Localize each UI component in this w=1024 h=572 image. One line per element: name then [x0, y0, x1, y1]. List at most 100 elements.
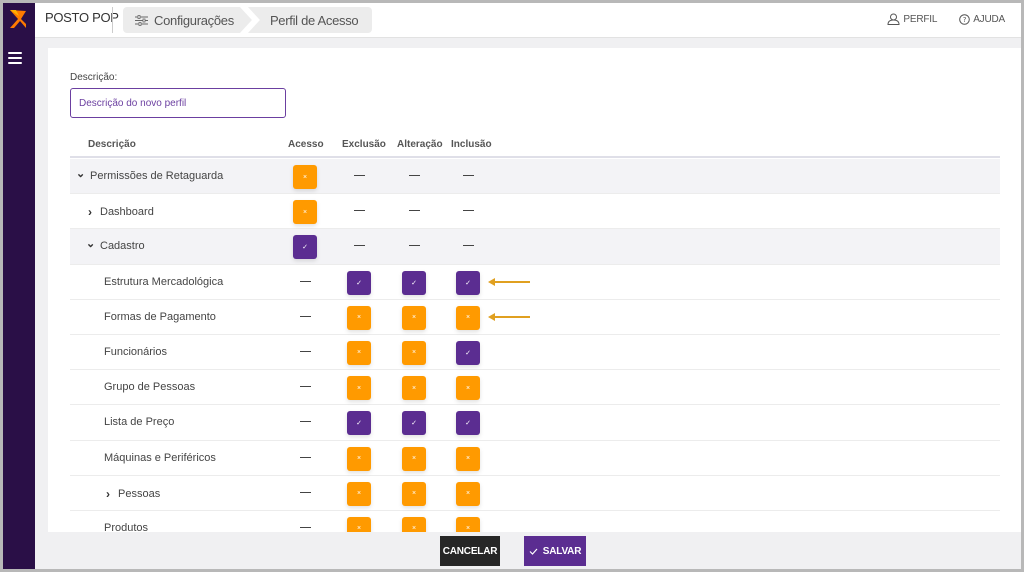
permission-denied-toggle-exclusao[interactable]: × — [347, 376, 371, 401]
permission-row: Formas de Pagamento × × × — [70, 300, 1000, 335]
cancel-button[interactable]: CANCELAR — [440, 536, 500, 566]
not-applicable-dash — [300, 350, 311, 352]
column-acesso: Acesso — [288, 139, 324, 150]
breadcrumb: Configurações Perfil de Acesso — [123, 7, 373, 33]
permission-denied-toggle-exclusao[interactable]: × — [347, 446, 371, 471]
permission-denied-toggle-exclusao[interactable]: × — [347, 305, 371, 330]
permission-denied-toggle-alteracao[interactable]: × — [402, 481, 426, 506]
not-applicable-dash — [463, 210, 474, 212]
permission-granted-toggle-alteracao[interactable]: ✓ — [402, 270, 426, 295]
permission-denied-toggle-alteracao[interactable]: × — [402, 376, 426, 401]
permission-granted-toggle-alteracao[interactable]: ✓ — [402, 411, 426, 436]
not-applicable-dash — [354, 245, 365, 247]
save-button[interactable]: SALVAR — [524, 536, 586, 566]
not-applicable-dash — [409, 245, 420, 247]
app-logo-icon[interactable] — [7, 8, 29, 30]
column-exclusao: Exclusão — [342, 139, 386, 150]
brand-name: POSTO POP — [45, 10, 119, 25]
topbar: POSTO POP Configurações Perfil de Acesso — [35, 3, 1021, 38]
permission-label: Lista de Preço — [104, 416, 175, 429]
user-icon — [887, 13, 900, 25]
description-label: Descrição: — [70, 72, 118, 83]
cancel-label: CANCELAR — [442, 545, 498, 557]
column-inclusao: Inclusão — [451, 139, 492, 150]
not-applicable-dash — [300, 315, 311, 317]
annotation-arrow-icon — [488, 312, 530, 321]
not-applicable-dash — [409, 175, 420, 176]
permission-row: Funcionários × × ✓ — [70, 335, 1000, 371]
app-window: POSTO POP Configurações Perfil de Acesso — [0, 0, 1024, 572]
description-input[interactable] — [70, 88, 286, 118]
not-applicable-dash — [409, 210, 420, 212]
permission-row: ⌄ Permissões de Retaguarda × — [70, 159, 1000, 195]
permission-label: Grupo de Pessoas — [104, 381, 196, 394]
permission-denied-toggle-alteracao[interactable]: × — [402, 446, 426, 471]
not-applicable-dash — [300, 421, 311, 423]
column-alteracao: Alteração — [397, 139, 443, 150]
column-descricao: Descrição — [88, 139, 136, 150]
not-applicable-dash — [463, 175, 474, 176]
not-applicable-dash — [300, 491, 311, 493]
permission-row: ⌄ Cadastro ✓ — [70, 229, 1000, 265]
permission-row: Grupo de Pessoas × × × — [70, 370, 1000, 406]
permission-denied-toggle-alteracao[interactable]: × — [402, 340, 426, 365]
permission-denied-toggle-alteracao[interactable]: × — [402, 305, 426, 330]
breadcrumb-perfil-de-acesso[interactable]: Perfil de Acesso — [247, 7, 373, 33]
permission-granted-toggle-inclusao[interactable]: ✓ — [456, 340, 480, 365]
chevron-right-icon[interactable]: › — [86, 205, 94, 219]
permission-name: Lista de Preço — [104, 416, 174, 428]
permission-denied-toggle-inclusao[interactable]: × — [456, 376, 480, 401]
permission-denied-toggle-exclusao[interactable]: × — [347, 340, 371, 365]
not-applicable-dash — [354, 175, 365, 176]
permission-denied-toggle-inclusao[interactable]: × — [456, 305, 480, 330]
permission-label: Estrutura Mercadológica — [104, 275, 224, 288]
permission-row: Lista de Preço ✓ ✓ ✓ — [70, 405, 1000, 441]
permission-granted-toggle-exclusao[interactable]: ✓ — [347, 411, 371, 436]
chevron-down-icon[interactable]: ⌄ — [76, 167, 85, 180]
top-links: PERFIL ? AJUDA — [887, 13, 1005, 25]
not-applicable-dash — [463, 245, 474, 247]
permission-denied-toggle-acesso[interactable]: × — [293, 200, 317, 225]
profile-form-panel: Descrição: Descrição Acesso Exclusão Alt… — [48, 48, 1021, 535]
chevron-down-icon[interactable]: ⌄ — [86, 237, 95, 250]
permission-name[interactable]: ⌄ Permissões de Retaguarda — [76, 167, 224, 183]
chevron-right-icon[interactable]: › — [104, 487, 112, 501]
permission-row: Máquinas e Periféricos × × × — [70, 441, 1000, 476]
permission-label: Pessoas — [118, 487, 161, 500]
breadcrumb-label: Configurações — [154, 12, 234, 28]
breadcrumb-configuracoes[interactable]: Configurações — [123, 7, 252, 33]
permission-granted-toggle-inclusao[interactable]: ✓ — [456, 270, 480, 295]
profile-link[interactable]: PERFIL — [887, 13, 937, 25]
help-icon: ? — [959, 13, 971, 25]
permission-denied-toggle-inclusao[interactable]: × — [456, 481, 480, 506]
hamburger-menu-icon[interactable] — [8, 52, 22, 64]
permission-granted-toggle-inclusao[interactable]: ✓ — [456, 411, 480, 436]
permission-label: Permissões de Retaguarda — [90, 170, 224, 182]
permission-name[interactable]: › Pessoas — [104, 487, 160, 501]
permission-name: Estrutura Mercadológica — [104, 276, 223, 288]
not-applicable-dash — [300, 526, 311, 528]
permission-label: Máquinas e Periféricos — [104, 451, 216, 464]
permission-denied-toggle-inclusao[interactable]: × — [456, 446, 480, 471]
permission-label: Funcionários — [104, 345, 167, 358]
permission-label: Dashboard — [100, 206, 154, 219]
permission-row: › Pessoas × × × — [70, 476, 1000, 511]
not-applicable-dash — [300, 386, 311, 388]
permissions-table-body: ⌄ Permissões de Retaguarda × › Dashboard × ⌄ Ca… — [70, 159, 1000, 535]
permission-name[interactable]: › Dashboard — [86, 205, 154, 219]
permission-label: Formas de Pagamento — [104, 310, 216, 323]
sidebar — [3, 3, 35, 569]
permission-granted-toggle-acesso[interactable]: ✓ — [293, 235, 317, 260]
permission-granted-toggle-exclusao[interactable]: ✓ — [347, 270, 371, 295]
help-link[interactable]: ? AJUDA — [959, 13, 1005, 25]
permission-denied-toggle-exclusao[interactable]: × — [347, 481, 371, 506]
help-label: AJUDA — [973, 13, 1005, 25]
permission-denied-toggle-acesso[interactable]: × — [293, 165, 317, 189]
permission-name[interactable]: ⌄ Cadastro — [86, 237, 145, 253]
permission-name: Formas de Pagamento — [104, 311, 216, 323]
save-label: SALVAR — [542, 545, 582, 557]
permission-name: Máquinas e Periféricos — [104, 452, 216, 464]
annotation-arrow-icon — [488, 277, 530, 286]
footer-bar: CANCELAR SALVAR — [35, 532, 1021, 569]
svg-text:?: ? — [963, 16, 967, 24]
